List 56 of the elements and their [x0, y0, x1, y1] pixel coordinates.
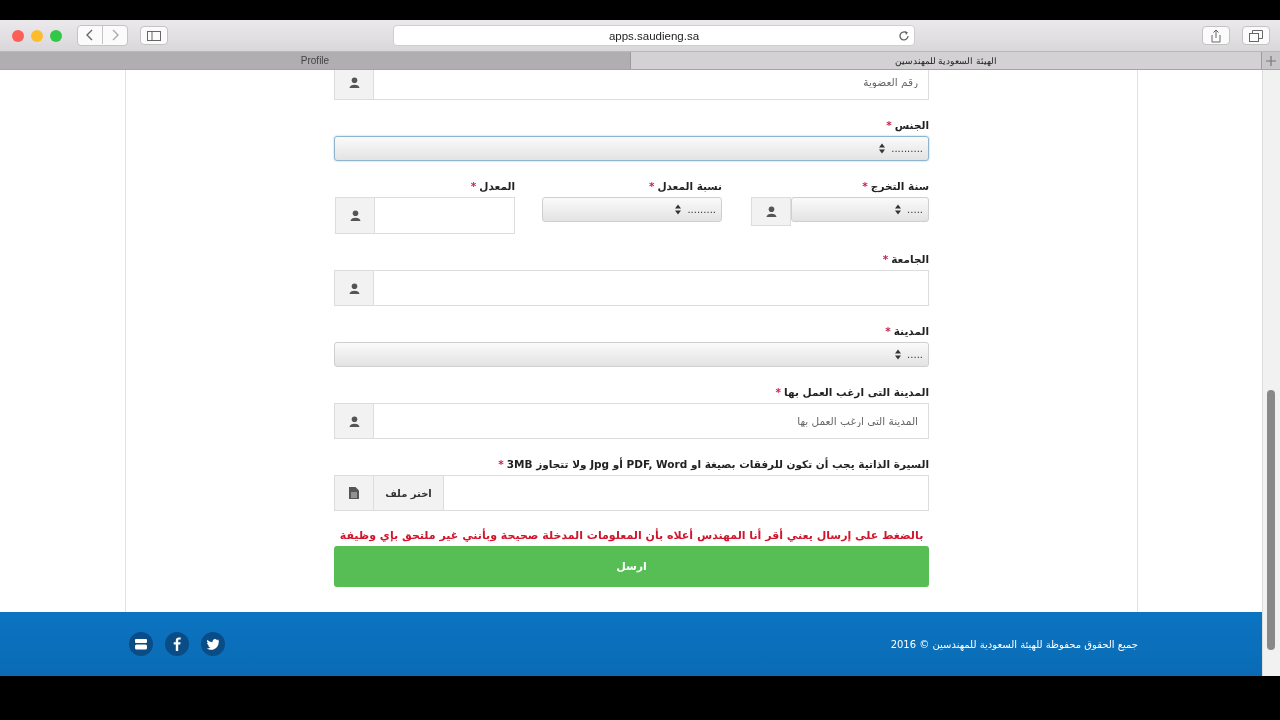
field-label: الجنس [894, 118, 929, 132]
user-icon [765, 206, 777, 217]
sidebar-button[interactable] [140, 26, 168, 45]
scrollbar[interactable] [1262, 70, 1280, 676]
facebook-icon[interactable] [165, 632, 189, 656]
field-label: نسبة المعدل [657, 179, 722, 193]
required-asterisk: * [886, 118, 892, 132]
file-field[interactable]: اختر ملف [334, 475, 929, 511]
required-asterisk: * [470, 179, 477, 193]
text-field[interactable]: رقم العضوية [373, 70, 929, 100]
dropdown[interactable]: .......... [334, 136, 929, 161]
tabs-button[interactable] [1242, 26, 1270, 45]
document-icon [349, 487, 359, 499]
twitter-icon[interactable] [201, 632, 225, 656]
text-field[interactable]: المدينة التى ارغب العمل بها [373, 403, 929, 439]
sidebar-icon [147, 30, 161, 41]
window-control[interactable] [31, 29, 43, 42]
url-text: apps.saudieng.sa [608, 29, 700, 42]
window-control[interactable] [50, 29, 62, 42]
text-field[interactable] [374, 197, 515, 234]
dropdown[interactable]: ......... [542, 197, 722, 222]
plus-icon [1266, 55, 1276, 66]
user-icon [349, 210, 361, 221]
field-label: المدينة التى ارغب العمل بها [784, 385, 929, 399]
user-icon [348, 415, 360, 427]
sort-arrows-icon [895, 204, 902, 215]
required-asterisk: * [885, 324, 891, 338]
browser-tab[interactable]: الهيئة السعودية للمهندسين [631, 52, 1262, 69]
required-asterisk: * [862, 179, 868, 193]
dropdown[interactable]: ..... [334, 342, 929, 367]
sort-arrows-icon [675, 204, 682, 215]
tabs-icon [1249, 29, 1263, 42]
user-icon [348, 76, 360, 88]
text-field[interactable] [373, 270, 929, 306]
sort-arrows-icon [895, 349, 902, 360]
new-tab-button[interactable] [1262, 52, 1280, 69]
field-label: المدينة [893, 324, 929, 338]
required-asterisk: * [498, 457, 504, 471]
notice-text: بالضغط على إرسال يعني أقر أنا المهندس أعلاه بأن المعلومات المدخلة صحيحة وبأنني غير ملتحق بإي وظيفة [338, 529, 925, 542]
window-control[interactable] [12, 29, 24, 42]
required-asterisk: * [648, 179, 655, 193]
required-asterisk: * [882, 252, 889, 266]
field-label: السيرة الذاتية يجب أن تكون للرفقات بصيغة او PDF, Word أو Jpg ولا تتجاوز 3MB [506, 457, 929, 471]
share-button[interactable] [1202, 26, 1230, 45]
sort-arrows-icon [879, 143, 886, 154]
copyright-text: جميع الحقوق محفوظة للهيئة السعودية للمهندسين © 2016 [890, 638, 1138, 650]
required-asterisk: * [775, 385, 782, 399]
field-label: الجامعة [891, 252, 929, 266]
reload-icon[interactable] [898, 30, 910, 42]
choose-file-button[interactable]: اختر ملف [374, 476, 444, 510]
address-bar[interactable]: apps.saudieng.sa [393, 25, 915, 46]
share-icon [1210, 28, 1222, 43]
user-icon [348, 282, 360, 294]
field-label: المعدل [479, 179, 515, 193]
field-label: سنة التخرج [870, 179, 929, 193]
dropdown[interactable]: ..... [791, 197, 929, 222]
